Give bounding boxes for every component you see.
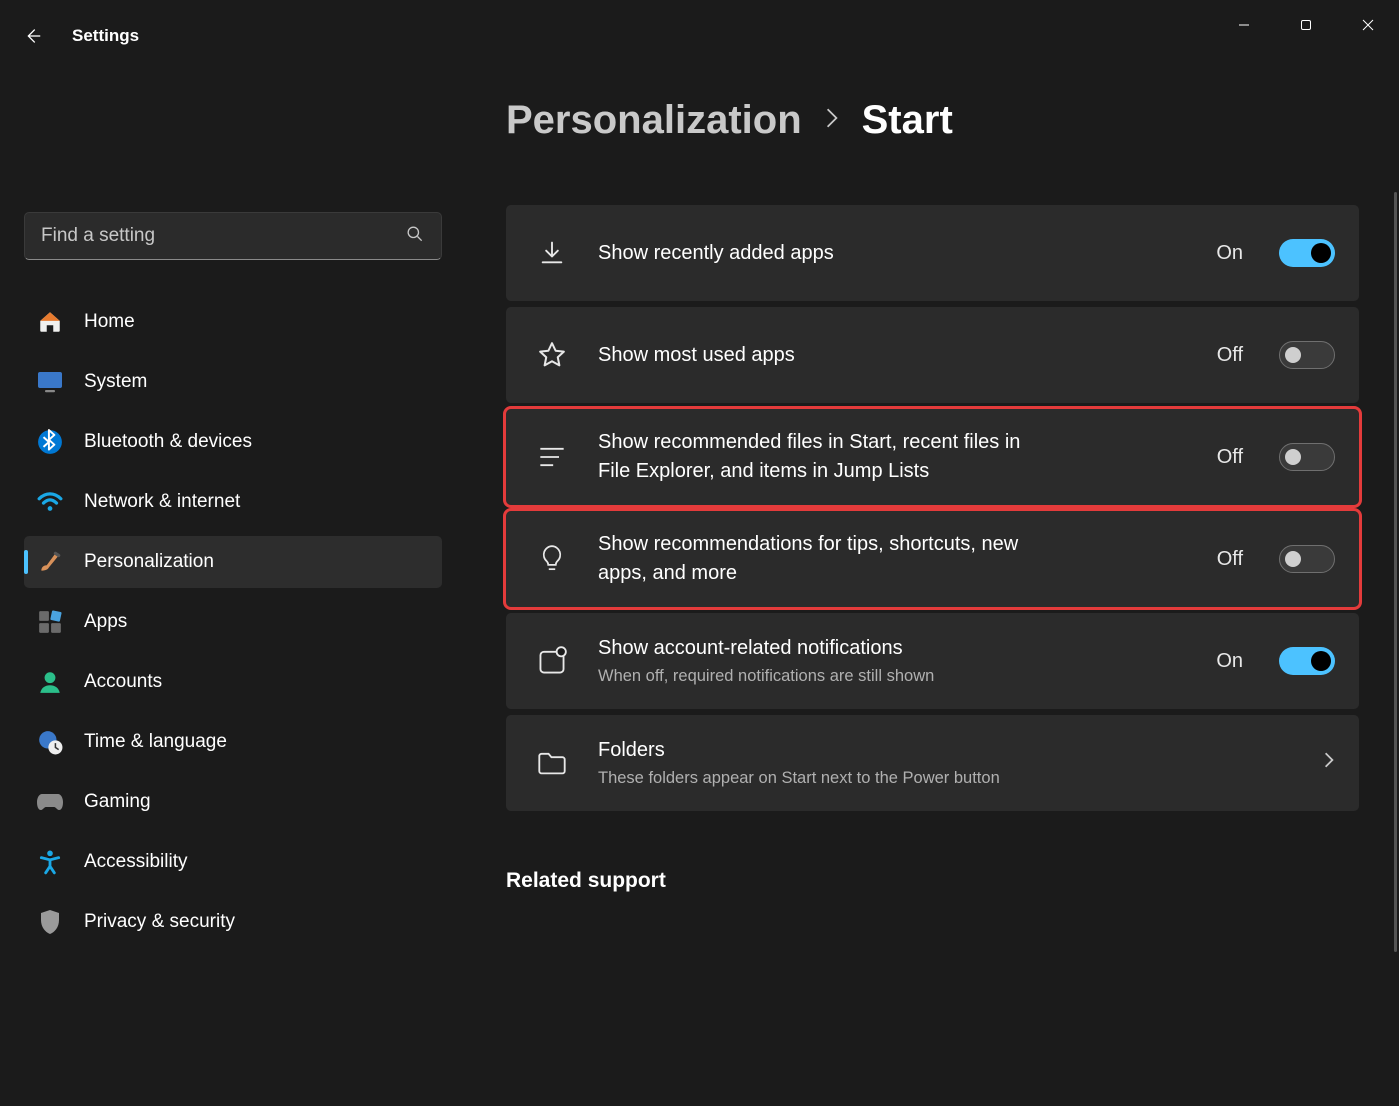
star-icon — [534, 340, 570, 370]
sidebar-item-bluetooth[interactable]: Bluetooth & devices — [24, 416, 442, 468]
sidebar-item-label: System — [84, 371, 147, 393]
sidebar-item-label: Bluetooth & devices — [84, 431, 252, 453]
home-icon — [36, 308, 64, 336]
toggle-state-label: Off — [1217, 446, 1243, 469]
toggle-state-label: On — [1216, 242, 1243, 265]
setting-recommended-files[interactable]: Show recommended files in Start, recent … — [506, 409, 1359, 505]
setting-title: Show most used apps — [598, 341, 1189, 370]
setting-recommendations-tips[interactable]: Show recommendations for tips, shortcuts… — [506, 511, 1359, 607]
setting-subtitle: When off, required notifications are sti… — [598, 665, 1188, 688]
sidebar: Home System Bluetooth & devices Network … — [0, 50, 462, 1106]
toggle-state-label: Off — [1217, 344, 1243, 367]
toggle-switch[interactable] — [1279, 647, 1335, 675]
sidebar-item-network[interactable]: Network & internet — [24, 476, 442, 528]
breadcrumb: Personalization Start — [506, 98, 1359, 143]
window-controls — [1213, 3, 1399, 47]
sidebar-item-system[interactable]: System — [24, 356, 442, 408]
breadcrumb-current: Start — [862, 98, 953, 143]
accessibility-icon — [36, 848, 64, 876]
toggle-state-label: Off — [1217, 548, 1243, 571]
setting-title: Show account-related notifications — [598, 634, 1188, 663]
notification-badge-icon — [534, 646, 570, 676]
clock-globe-icon — [36, 728, 64, 756]
section-related-support: Related support — [506, 869, 1359, 893]
sidebar-item-label: Accounts — [84, 671, 162, 693]
breadcrumb-parent[interactable]: Personalization — [506, 98, 802, 143]
app-title: Settings — [72, 26, 139, 46]
sidebar-item-label: Network & internet — [84, 491, 240, 513]
sidebar-item-personalization[interactable]: Personalization — [24, 536, 442, 588]
toggle-state-label: On — [1216, 650, 1243, 673]
sidebar-item-label: Home — [84, 311, 135, 333]
toggle-switch[interactable] — [1279, 443, 1335, 471]
sidebar-item-home[interactable]: Home — [24, 296, 442, 348]
apps-icon — [36, 608, 64, 636]
sidebar-item-privacy[interactable]: Privacy & security — [24, 896, 442, 948]
paintbrush-icon — [36, 548, 64, 576]
toggle-switch[interactable] — [1279, 341, 1335, 369]
sidebar-item-apps[interactable]: Apps — [24, 596, 442, 648]
back-button[interactable] — [20, 24, 44, 48]
search-box[interactable] — [24, 212, 442, 260]
download-icon — [534, 239, 570, 267]
setting-title: Show recommended files in Start, recent … — [598, 428, 1038, 486]
close-button[interactable] — [1337, 3, 1399, 47]
setting-account-notifications[interactable]: Show account-related notifications When … — [506, 613, 1359, 709]
list-icon — [534, 445, 570, 469]
sidebar-item-gaming[interactable]: Gaming — [24, 776, 442, 828]
lightbulb-icon — [534, 544, 570, 574]
wifi-icon — [36, 488, 64, 516]
folder-icon — [534, 750, 570, 776]
setting-title: Show recommendations for tips, shortcuts… — [598, 530, 1038, 588]
settings-list: Show recently added apps On Show most us… — [506, 205, 1359, 811]
titlebar-left: Settings — [20, 24, 139, 48]
setting-title: Folders — [598, 736, 1295, 765]
sidebar-item-label: Privacy & security — [84, 911, 235, 933]
search-icon — [405, 224, 425, 249]
accounts-icon — [36, 668, 64, 696]
scrollbar[interactable] — [1394, 192, 1397, 952]
sidebar-item-accounts[interactable]: Accounts — [24, 656, 442, 708]
sidebar-item-label: Accessibility — [84, 851, 187, 873]
shield-icon — [36, 908, 64, 936]
setting-recently-added[interactable]: Show recently added apps On — [506, 205, 1359, 301]
setting-subtitle: These folders appear on Start next to th… — [598, 767, 1295, 790]
chevron-right-icon — [1323, 751, 1335, 775]
nav-list: Home System Bluetooth & devices Network … — [24, 296, 442, 948]
gaming-icon — [36, 788, 64, 816]
bluetooth-icon — [36, 428, 64, 456]
titlebar — [0, 0, 1399, 50]
minimize-button[interactable] — [1213, 3, 1275, 47]
sidebar-item-label: Personalization — [84, 551, 214, 573]
search-input[interactable] — [41, 225, 405, 247]
chevron-right-icon — [824, 105, 840, 136]
system-icon — [36, 368, 64, 396]
maximize-button[interactable] — [1275, 3, 1337, 47]
main-content: Personalization Start Show recently adde… — [462, 50, 1399, 1106]
sidebar-item-label: Gaming — [84, 791, 151, 813]
setting-title: Show recently added apps — [598, 239, 1188, 268]
sidebar-item-label: Apps — [84, 611, 127, 633]
setting-folders[interactable]: Folders These folders appear on Start ne… — [506, 715, 1359, 811]
toggle-switch[interactable] — [1279, 545, 1335, 573]
toggle-switch[interactable] — [1279, 239, 1335, 267]
sidebar-item-accessibility[interactable]: Accessibility — [24, 836, 442, 888]
sidebar-item-label: Time & language — [84, 731, 227, 753]
setting-most-used[interactable]: Show most used apps Off — [506, 307, 1359, 403]
sidebar-item-time-language[interactable]: Time & language — [24, 716, 442, 768]
